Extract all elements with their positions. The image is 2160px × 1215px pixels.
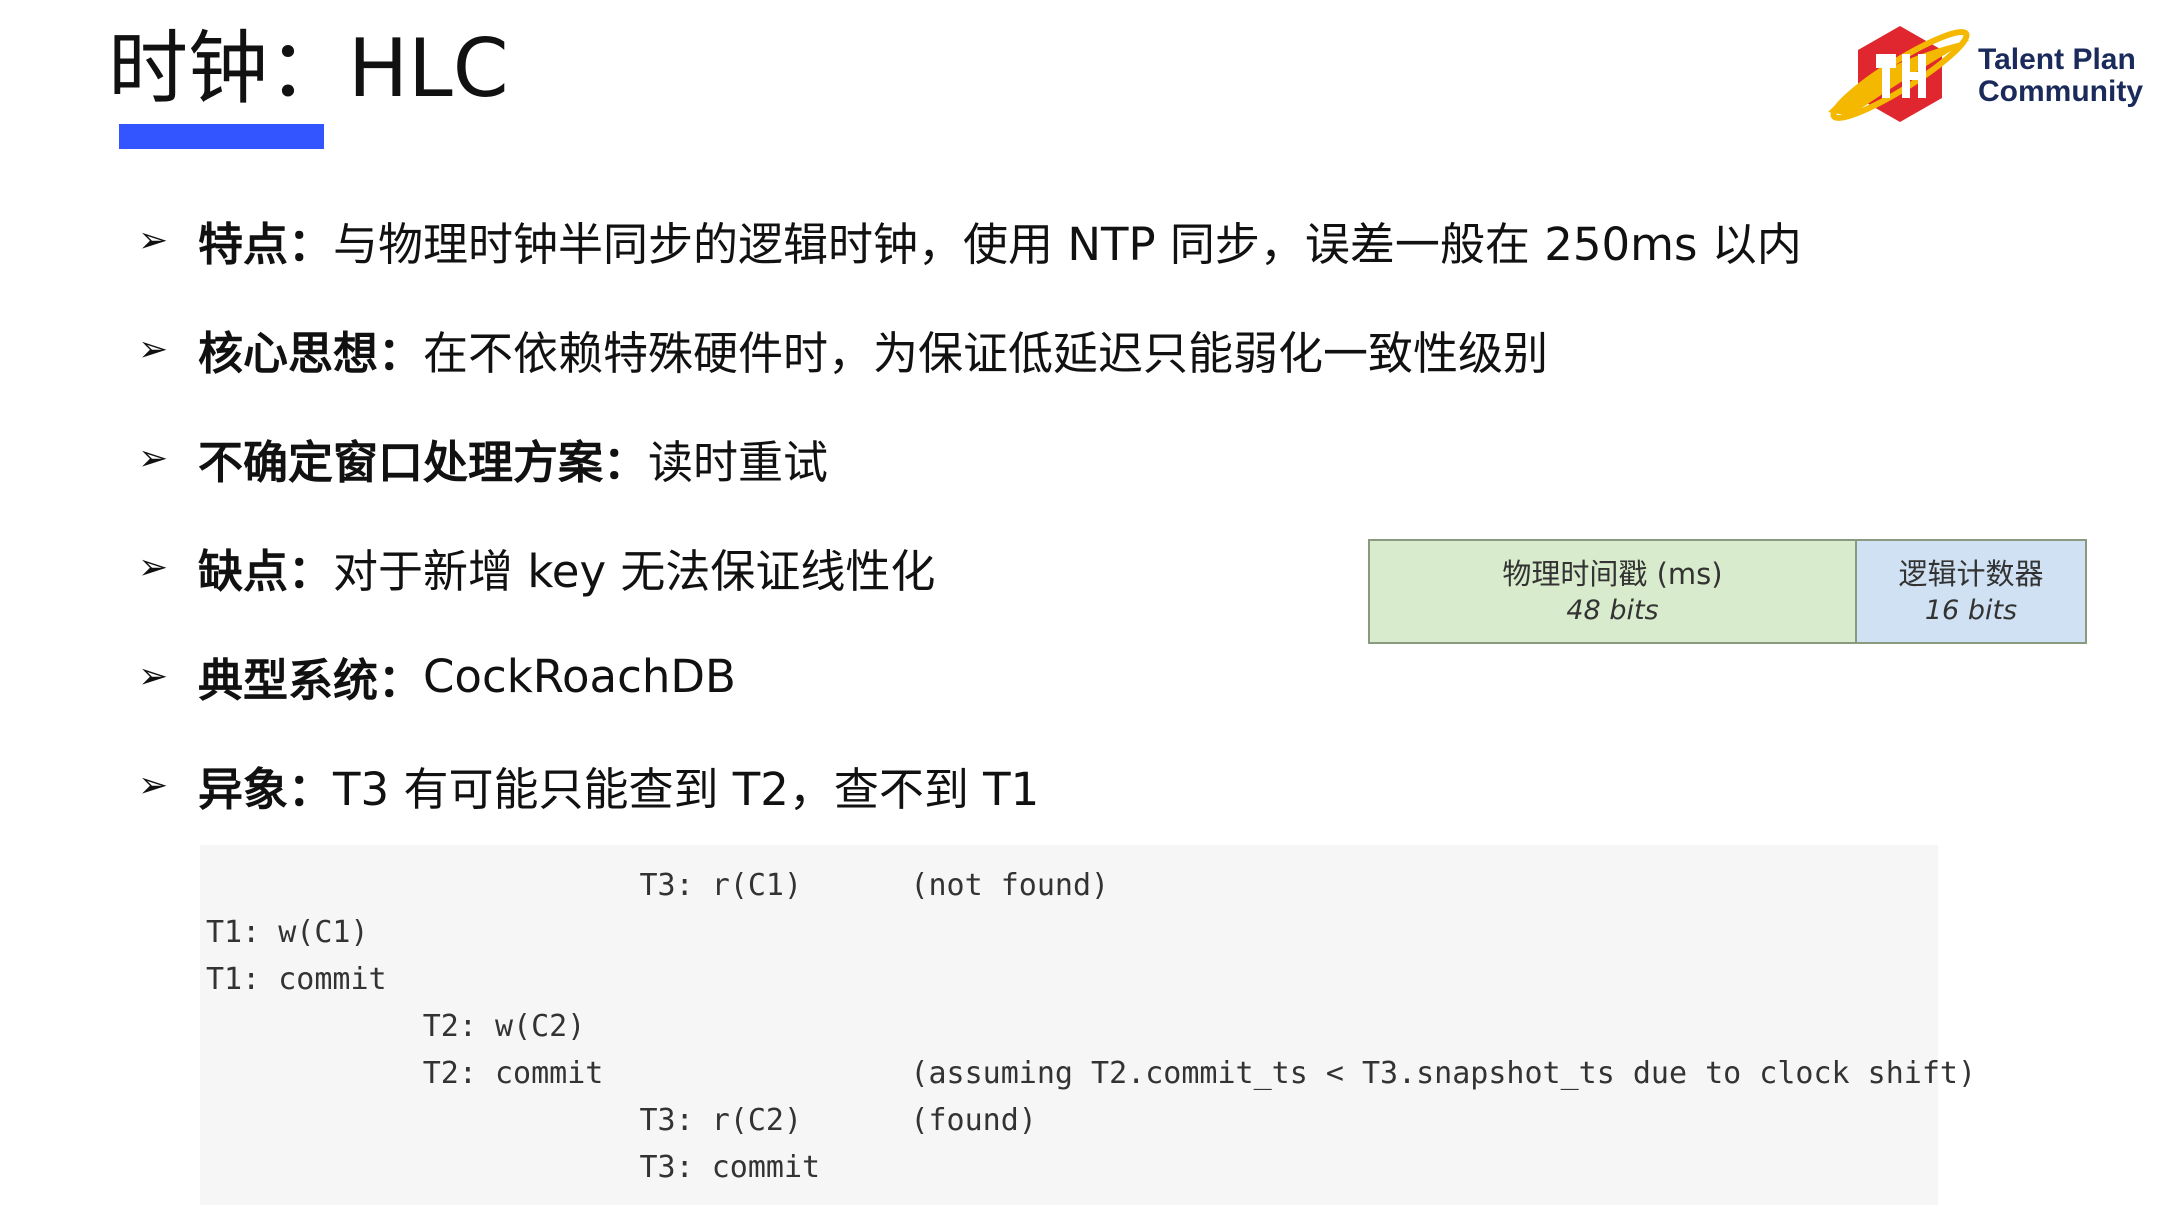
logo-line-1: Talent Plan	[1978, 43, 2136, 76]
bullet-value: CockRoachDB	[423, 649, 736, 703]
code-line: T1: commit	[206, 962, 387, 997]
title-underline	[119, 124, 324, 149]
bullet-drawbacks: ➢ 缺点： 对于新增 key 无法保证线性化	[138, 532, 935, 602]
bullet-value: T3 有可能只能查到 T2，查不到 T1	[333, 762, 1040, 816]
bullet-value: 对于新增 key 无法保证线性化	[333, 544, 936, 598]
arrow-bullet-icon: ➢	[138, 546, 169, 588]
talent-plan-logo: Talent Plan Community	[1820, 20, 2143, 130]
arrow-bullet-icon: ➢	[138, 655, 169, 697]
bullet-key: 典型系统：	[198, 653, 424, 707]
bullet-key: 缺点：	[198, 544, 334, 598]
bullet-typical-system: ➢ 典型系统： CockRoachDB	[138, 641, 736, 711]
arrow-bullet-icon: ➢	[138, 328, 169, 370]
physical-timestamp-label: 物理时间戳 (ms)	[1502, 556, 1723, 591]
bullet-anomaly: ➢ 异象： T3 有可能只能查到 T2，查不到 T1	[138, 750, 1039, 820]
code-line: T2: w(C2)	[206, 1009, 586, 1044]
bullet-value: 读时重试	[648, 435, 829, 489]
logo-line-2: Community	[1978, 75, 2143, 108]
arrow-bullet-icon: ➢	[138, 219, 169, 261]
bullet-key: 异象：	[198, 762, 334, 816]
bullet-features: ➢ 特点： 与物理时钟半同步的逻辑时钟，使用 NTP 同步，误差一般在 250m…	[138, 205, 1802, 275]
hlc-bit-layout: 物理时间戳 (ms) 48 bits 逻辑计数器 16 bits	[1368, 539, 2087, 644]
bullet-key: 核心思想：	[198, 326, 424, 380]
arrow-bullet-icon: ➢	[138, 764, 169, 806]
code-line: T3: r(C2) (found)	[206, 1103, 1037, 1138]
talent-plan-logo-icon	[1828, 26, 1970, 122]
bullet-value: 在不依赖特殊硬件时，为保证低延迟只能弱化一致性级别	[423, 326, 1549, 380]
bullet-key: 不确定窗口处理方案：	[198, 435, 649, 489]
logical-counter-bits: 16 bits	[1924, 594, 2018, 626]
slide-title: 时钟：HLC	[108, 22, 509, 115]
code-line: T1: w(C1)	[206, 915, 369, 950]
physical-timestamp-field: 物理时间戳 (ms) 48 bits	[1370, 541, 1857, 642]
logical-counter-field: 逻辑计数器 16 bits	[1857, 541, 2085, 642]
code-block: T3: r(C1) (not found) T1: w(C1) T1: comm…	[200, 845, 1976, 1205]
arrow-bullet-icon: ➢	[138, 437, 169, 479]
physical-timestamp-bits: 48 bits	[1566, 594, 1659, 626]
code-line: T3: commit	[206, 1150, 821, 1185]
bullet-uncertainty-window: ➢ 不确定窗口处理方案： 读时重试	[138, 423, 828, 493]
logo-text: Talent Plan Community	[1978, 44, 2143, 108]
logical-counter-label: 逻辑计数器	[1898, 556, 2044, 591]
code-line: T3: r(C1) (not found)	[206, 868, 1110, 903]
bullet-core-idea: ➢ 核心思想： 在不依赖特殊硬件时，为保证低延迟只能弱化一致性级别	[138, 314, 1548, 384]
code-line: T2: commit (assuming T2.commit_ts < T3.s…	[206, 1056, 1977, 1091]
bullet-key: 特点：	[198, 217, 334, 271]
bullet-value: 与物理时钟半同步的逻辑时钟，使用 NTP 同步，误差一般在 250ms 以内	[333, 217, 1802, 271]
